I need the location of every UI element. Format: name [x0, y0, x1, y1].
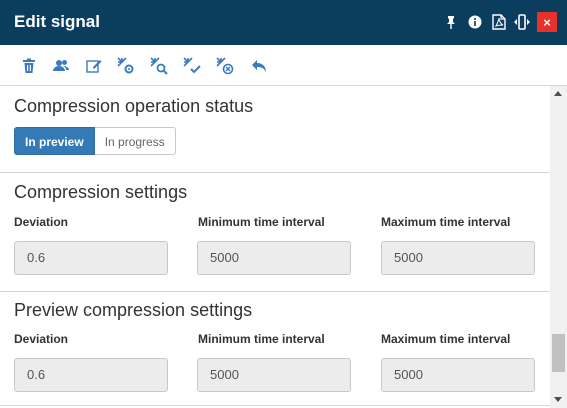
edit-icon[interactable] — [83, 55, 105, 77]
resize-icon[interactable] — [512, 12, 532, 32]
in-preview-button[interactable]: In preview — [14, 127, 95, 155]
section-divider — [0, 405, 550, 406]
content-panel: Compression operation status In preview … — [0, 86, 550, 408]
info-icon[interactable] — [465, 12, 485, 32]
pin-icon[interactable] — [441, 12, 461, 32]
in-progress-button[interactable]: In progress — [94, 127, 176, 155]
preview-min-interval-field[interactable]: 5000 — [197, 358, 351, 392]
compress-clear-icon[interactable] — [214, 55, 236, 77]
compress-check-icon[interactable] — [181, 55, 203, 77]
close-button[interactable]: × — [537, 12, 557, 32]
max-interval-field[interactable]: 5000 — [381, 241, 535, 275]
status-toggle: In preview In progress — [14, 127, 176, 155]
scroll-thumb[interactable] — [552, 334, 565, 372]
preview-min-interval-label: Minimum time interval — [198, 332, 325, 346]
max-interval-label: Maximum time interval — [381, 215, 511, 229]
min-interval-label: Minimum time interval — [198, 215, 325, 229]
preview-max-interval-label: Maximum time interval — [381, 332, 511, 346]
status-section-title: Compression operation status — [14, 96, 254, 116]
compress-search-icon[interactable] — [148, 55, 170, 77]
window-title: Edit signal — [14, 12, 100, 31]
pdf-icon[interactable] — [489, 12, 509, 32]
compress-settings-icon[interactable] — [115, 55, 137, 77]
trash-icon[interactable] — [18, 55, 40, 77]
section-divider — [0, 291, 550, 292]
preview-deviation-field[interactable]: 0.6 — [14, 358, 168, 392]
users-icon[interactable] — [50, 55, 72, 77]
min-interval-field[interactable]: 5000 — [197, 241, 351, 275]
preview-section-title: Preview compression settings — [14, 300, 253, 320]
deviation-label: Deviation — [14, 215, 69, 229]
vertical-scrollbar[interactable] — [550, 86, 567, 408]
scroll-down-icon[interactable] — [554, 397, 562, 402]
section-divider — [0, 172, 550, 173]
preview-deviation-label: Deviation — [14, 332, 69, 346]
undo-icon[interactable] — [248, 55, 270, 77]
scroll-up-icon[interactable] — [554, 91, 562, 96]
deviation-field[interactable]: 0.6 — [14, 241, 168, 275]
toolbar — [0, 45, 567, 86]
compression-section-title: Compression settings — [14, 182, 188, 202]
title-bar: Edit signal × — [0, 0, 567, 45]
preview-max-interval-field[interactable]: 5000 — [381, 358, 535, 392]
